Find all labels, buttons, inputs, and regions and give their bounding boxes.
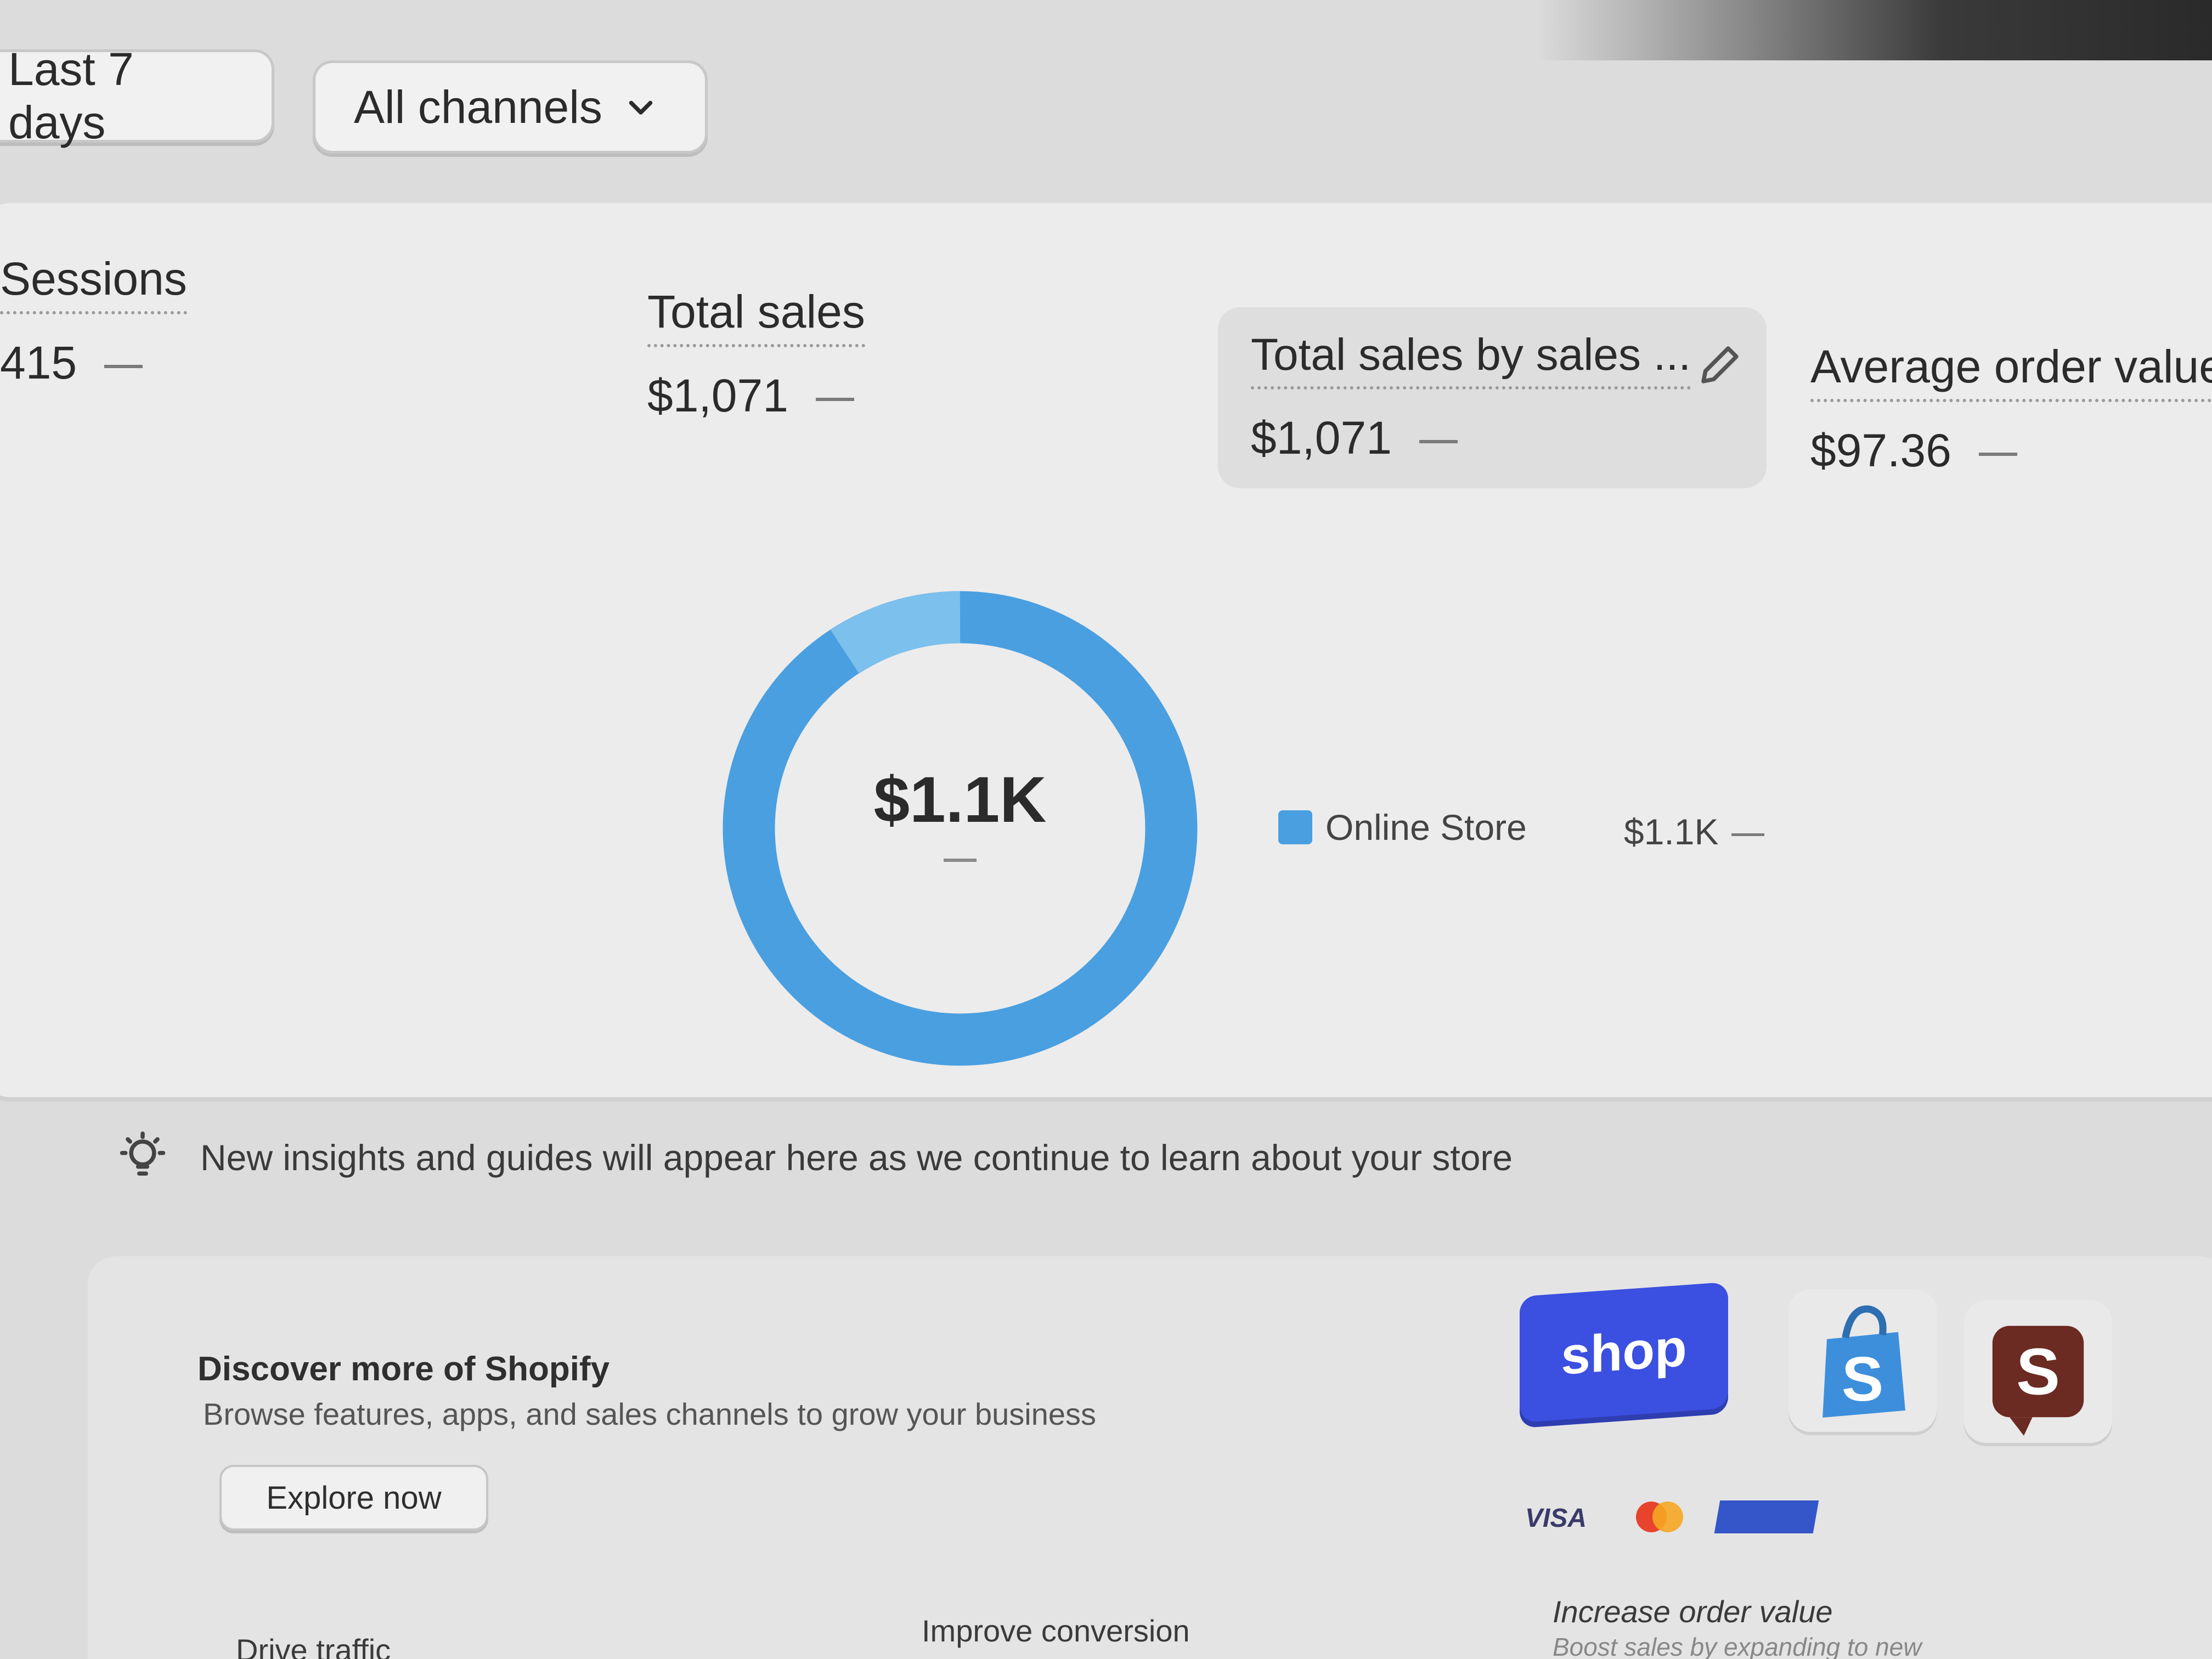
legend-online-store[interactable]: Online Store [1278,806,1527,848]
sessions-value-row: 415 [0,336,187,390]
total-sales-value-row: $1,071 [647,369,865,422]
increase-order-value-label: Increase order value [1553,1594,1833,1629]
lightbulb-icon [120,1131,166,1176]
channels-label: All channels [354,81,602,133]
donut-center-value: $1.1K [873,764,1047,836]
shop-app-icon: S [1992,1325,2084,1436]
by-channel-label: Total sales by sales ... [1251,329,1691,390]
shop-app-tile: S [1964,1300,2112,1443]
total-sales-label: Total sales [647,285,865,347]
legend-value-row: $1.1K [1624,811,1765,853]
shopify-bag-tile: S [1788,1289,1937,1432]
drive-traffic-label: Drive traffic [236,1633,391,1659]
total-sales-change-dash [815,397,854,401]
aov-value-row: $97.36 [1810,424,2212,477]
svg-text:S: S [2016,1336,2060,1409]
date-range-label: Last 7 days [8,43,134,148]
insight-text: New insights and guides will appear here… [200,1137,1513,1178]
legend-value: $1.1K [1624,811,1719,852]
explore-now-button[interactable]: Explore now [219,1465,488,1531]
legend-change-dash [1731,833,1765,837]
boost-sales-text: Boost sales by expanding to new [1553,1633,1922,1659]
metric-sales-by-channel[interactable]: Total sales by sales ... $1,071 [1218,307,1767,488]
shop-logo: shop [1520,1282,1728,1423]
pencil-icon[interactable] [1695,340,1745,390]
insight-banner: New insights and guides will appear here… [115,1130,1513,1185]
metric-sessions[interactable]: Sessions 415 [0,252,187,390]
channels-dropdown[interactable]: All channels [313,60,708,154]
total-sales-value: $1,071 [647,370,788,421]
donut-change-dash [944,859,977,862]
sessions-label: Sessions [0,252,187,314]
legend-label: Online Store [1325,807,1527,848]
sessions-value: 415 [0,337,77,388]
legend-swatch [1278,810,1312,844]
aov-value: $97.36 [1810,425,1951,476]
discover-title: Discover more of Shopify [198,1350,610,1388]
screen-edge-shadow [1536,0,2212,60]
improve-conversion-label: Improve conversion [922,1613,1190,1648]
by-channel-value-row: $1,071 [1251,411,1734,465]
by-channel-change-dash [1419,439,1458,443]
by-channel-value: $1,071 [1251,412,1392,464]
shopify-bag-icon: S [1822,1305,1905,1418]
sessions-change-dash [104,364,143,368]
date-range-button[interactable]: Last 7 days [0,43,274,148]
aov-change-dash [1978,452,2017,456]
donut-highlight-segment [830,591,961,674]
chevron-down-icon [629,100,653,115]
discover-card: Discover more of Shopify Browse features… [88,1256,2212,1659]
aov-label: Average order value [1810,340,2212,402]
mastercard-logo [1636,1502,1683,1532]
metric-average-order-value[interactable]: Average order value $97.36 [1810,340,2212,477]
discover-subtitle: Browse features, apps, and sales channel… [203,1397,1097,1431]
metric-total-sales[interactable]: Total sales $1,071 [647,285,865,422]
amex-logo [1714,1500,1819,1533]
svg-text:S: S [1842,1344,1883,1414]
visa-logo: VISA [1525,1504,1587,1533]
